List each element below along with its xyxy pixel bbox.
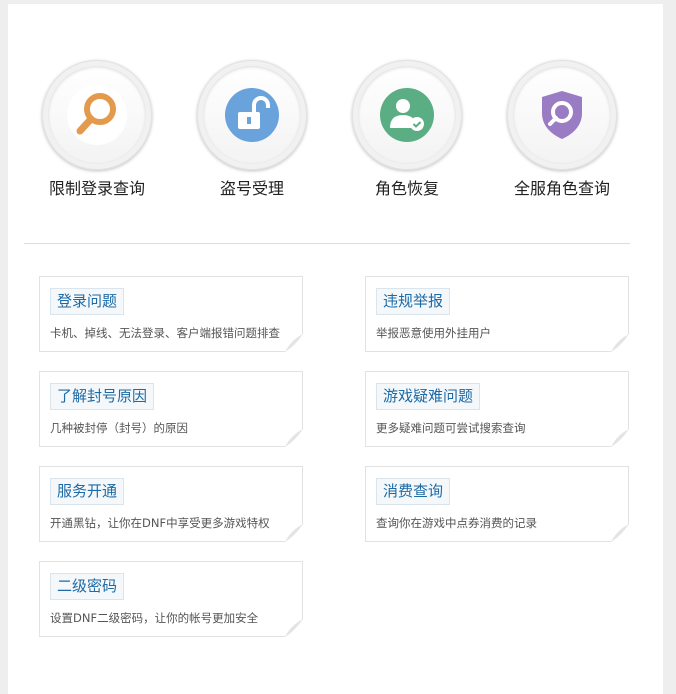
quick-action-label: 角色恢复 (374, 179, 439, 198)
quick-action-label: 全服角色查询 (513, 179, 610, 198)
card-game-issues[interactable]: 游戏疑难问题 更多疑难问题可尝试搜索查询 (365, 371, 629, 447)
card-description: 几种被封停（封号）的原因 (50, 421, 188, 435)
card-title[interactable]: 违规举报 (376, 288, 451, 315)
page-curl-icon (611, 429, 629, 447)
card-purchase-query[interactable]: 消费查询 查询你在游戏中点券消费的记录 (365, 466, 629, 542)
page-curl-icon (285, 429, 303, 447)
restricted-login-query-button[interactable]: 限制登录查询 (42, 60, 152, 200)
card-ban-reasons[interactable]: 了解封号原因 几种被封停（封号）的原因 (39, 371, 303, 447)
card-violation-report[interactable]: 违规举报 举报恶意使用外挂用户 (365, 276, 629, 352)
card-description: 开通黑钻，让你在DNF中享受更多游戏特权 (50, 516, 270, 530)
character-restore-button[interactable]: 角色恢复 (352, 60, 462, 200)
account-theft-report-button[interactable]: 盗号受理 (197, 60, 307, 200)
card-description: 设置DNF二级密码，让你的帐号更加安全 (50, 611, 259, 625)
card-title[interactable]: 服务开通 (50, 478, 125, 505)
quick-action-label: 盗号受理 (219, 179, 284, 198)
page-curl-icon (285, 524, 303, 542)
card-title[interactable]: 登录问题 (50, 288, 125, 315)
card-description: 举报恶意使用外挂用户 (376, 326, 491, 340)
shield-search-icon (542, 91, 582, 139)
user-check-icon (380, 88, 434, 142)
card-description: 查询你在游戏中点券消费的记录 (376, 516, 537, 530)
card-service-activation[interactable]: 服务开通 开通黑钻，让你在DNF中享受更多游戏特权 (39, 466, 303, 542)
page-curl-icon (285, 334, 303, 352)
card-description: 更多疑难问题可尝试搜索查询 (376, 421, 526, 435)
card-description: 卡机、掉线、无法登录、客户端报错问题排查 (50, 326, 280, 340)
all-server-character-query-button[interactable]: 全服角色查询 (507, 60, 617, 200)
page-curl-icon (611, 334, 629, 352)
search-icon (67, 85, 127, 145)
card-title[interactable]: 二级密码 (50, 573, 125, 600)
card-secondary-password[interactable]: 二级密码 设置DNF二级密码，让你的帐号更加安全 (39, 561, 303, 637)
page-curl-icon (285, 619, 303, 637)
card-title[interactable]: 了解封号原因 (50, 383, 155, 410)
section-divider (24, 243, 630, 244)
page-curl-icon (611, 524, 629, 542)
unlock-icon (225, 88, 279, 142)
card-login-issues[interactable]: 登录问题 卡机、掉线、无法登录、客户端报错问题排查 (39, 276, 303, 352)
card-title[interactable]: 消费查询 (376, 478, 451, 505)
quick-action-label: 限制登录查询 (48, 179, 145, 198)
card-title[interactable]: 游戏疑难问题 (376, 383, 481, 410)
